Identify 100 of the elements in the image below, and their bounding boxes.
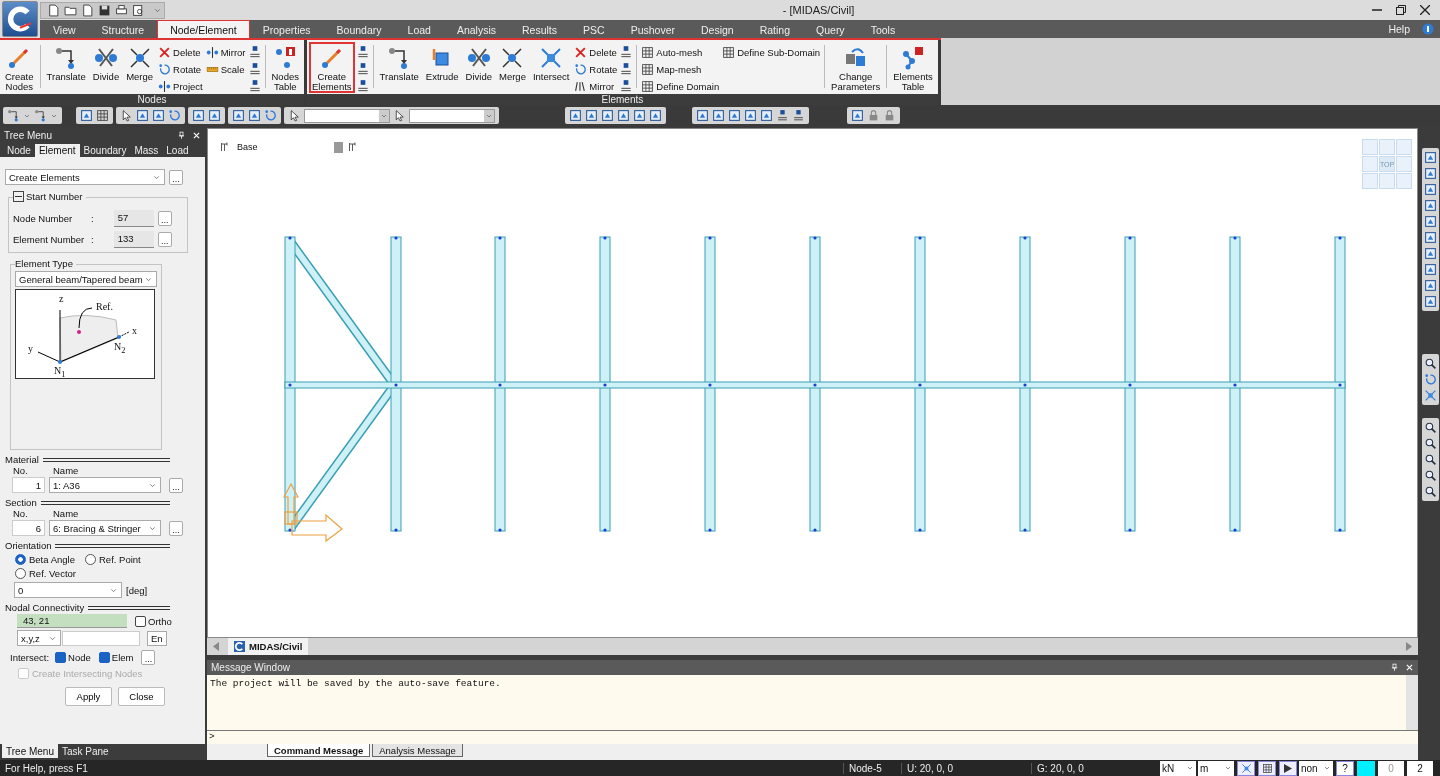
panel-tab[interactable]: Element: [34, 144, 80, 157]
menu-tab[interactable]: Node/Element: [157, 20, 250, 38]
collapse-icon[interactable]: [13, 191, 24, 202]
numbering-icon[interactable]: [619, 45, 634, 59]
coordinate-input[interactable]: [62, 630, 140, 646]
view-icon[interactable]: [760, 109, 773, 122]
intersect-icon[interactable]: [1423, 389, 1437, 402]
menu-tab[interactable]: PSC: [570, 20, 618, 38]
view-icon[interactable]: [208, 109, 221, 122]
menu-tab[interactable]: Pushover: [617, 20, 688, 38]
number-field[interactable]: 6: [12, 520, 45, 536]
zoom-icon[interactable]: [1423, 485, 1437, 498]
ribbon-button[interactable]: Divide: [89, 42, 123, 93]
name-select[interactable]: 6: Bracing & Stringer: [49, 520, 161, 536]
ribbon-button[interactable]: Elements Table: [890, 42, 936, 93]
view-icon[interactable]: [1423, 199, 1437, 212]
cursor-icon[interactable]: [393, 109, 406, 122]
grid-icon[interactable]: [722, 45, 736, 59]
caret-icon[interactable]: [1323, 764, 1331, 772]
more-button[interactable]: ...: [157, 232, 172, 247]
numbering-icon[interactable]: [619, 79, 634, 93]
app-logo[interactable]: [2, 1, 38, 37]
view-icon[interactable]: [1423, 167, 1437, 180]
view-icon[interactable]: [1423, 183, 1437, 196]
help-icon[interactable]: [1422, 23, 1434, 35]
more-button[interactable]: ...: [169, 477, 183, 493]
ribbon-button[interactable]: Scale: [204, 61, 247, 77]
ribbon-button[interactable]: Rotate: [573, 61, 619, 77]
number-field[interactable]: 1: [12, 477, 45, 493]
number-field[interactable]: 133: [113, 231, 154, 248]
radio-button[interactable]: [85, 554, 96, 565]
numbering-icon[interactable]: [247, 45, 262, 59]
panel-tab[interactable]: Task Pane: [58, 744, 113, 758]
numbering-icon[interactable]: [355, 79, 370, 93]
menu-tab[interactable]: Design: [688, 20, 747, 38]
ribbon-button[interactable]: Delete: [157, 44, 204, 60]
ribbon-button[interactable]: Delete: [573, 44, 619, 60]
ribbon-button[interactable]: Auto-mesh: [640, 44, 721, 60]
view-icon[interactable]: [712, 109, 725, 122]
zoom-icon[interactable]: [1423, 437, 1437, 450]
checkbox[interactable]: [55, 652, 67, 663]
filter-select[interactable]: non: [1299, 760, 1333, 776]
pencil-icon[interactable]: [319, 46, 344, 70]
more-button[interactable]: ...: [157, 211, 172, 226]
restore-icon[interactable]: [1396, 5, 1406, 15]
zoom-icon[interactable]: [1423, 357, 1437, 370]
length-unit-select[interactable]: m: [1198, 760, 1234, 776]
cursor-icon[interactable]: [288, 109, 301, 122]
view-icon[interactable]: [1423, 295, 1437, 308]
numbering-icon[interactable]: [247, 79, 262, 93]
view-icon[interactable]: [152, 109, 165, 122]
color-swatch[interactable]: [1357, 760, 1375, 776]
view-icon[interactable]: [1423, 215, 1437, 228]
rotate-icon[interactable]: [574, 62, 588, 76]
panel-tab[interactable]: Tree Menu: [2, 744, 58, 758]
menu-tab[interactable]: Results: [509, 20, 571, 38]
select-field[interactable]: [304, 108, 390, 123]
help-menu[interactable]: Help: [1384, 20, 1422, 38]
intersect-icon[interactable]: [539, 46, 564, 70]
preview-icon[interactable]: [132, 3, 145, 17]
numbering-icon[interactable]: [619, 62, 634, 76]
view-icon[interactable]: [1423, 279, 1437, 292]
zoom-icon[interactable]: [1423, 453, 1437, 466]
document-tab[interactable]: MIDAS/Civil: [228, 638, 309, 655]
view-icon[interactable]: [851, 109, 864, 122]
view-icon[interactable]: [633, 109, 646, 122]
view-icon[interactable]: [728, 109, 741, 122]
document-icon[interactable]: [81, 3, 94, 17]
delete-icon[interactable]: [574, 45, 588, 59]
panel-tab[interactable]: Node: [3, 144, 35, 157]
menu-tab[interactable]: Query: [803, 20, 858, 38]
ribbon-button[interactable]: Divide: [462, 42, 495, 93]
menu-tab[interactable]: Boundary: [323, 20, 395, 38]
panel-tab[interactable]: Load: [162, 144, 193, 157]
view-icon[interactable]: [617, 109, 630, 122]
menu-tab[interactable]: Rating: [746, 20, 804, 38]
ribbon-button[interactable]: Translate: [43, 42, 89, 93]
connectivity-field[interactable]: 43, 21: [17, 614, 127, 628]
ribbon-button[interactable]: Extrude: [422, 42, 462, 93]
numbering-icon[interactable]: [355, 45, 370, 59]
select-field[interactable]: [409, 108, 495, 123]
spin-field[interactable]: 2: [1407, 760, 1433, 776]
view-icon[interactable]: [744, 109, 757, 122]
menu-tab[interactable]: View: [40, 20, 89, 38]
ribbon-button[interactable]: Translate: [376, 42, 422, 93]
cursor-icon[interactable]: [120, 109, 133, 122]
ribbon-button[interactable]: Rotate: [157, 61, 204, 77]
panel-tab[interactable]: Mass: [130, 144, 163, 157]
ribbon-button[interactable]: Create Elements: [308, 42, 355, 93]
message-tab[interactable]: Analysis Message: [372, 744, 463, 757]
view-icon[interactable]: [696, 109, 709, 122]
grid-icon[interactable]: [96, 109, 109, 122]
view-icon[interactable]: [585, 109, 598, 122]
pin-icon[interactable]: [177, 130, 186, 140]
number-field[interactable]: 57: [113, 210, 154, 227]
grid-icon[interactable]: [641, 79, 655, 93]
caret-icon[interactable]: [1186, 764, 1194, 772]
ribbon-button[interactable]: Mirror: [204, 44, 247, 60]
mirror-icon[interactable]: [158, 79, 172, 93]
view-icon[interactable]: [649, 109, 662, 122]
